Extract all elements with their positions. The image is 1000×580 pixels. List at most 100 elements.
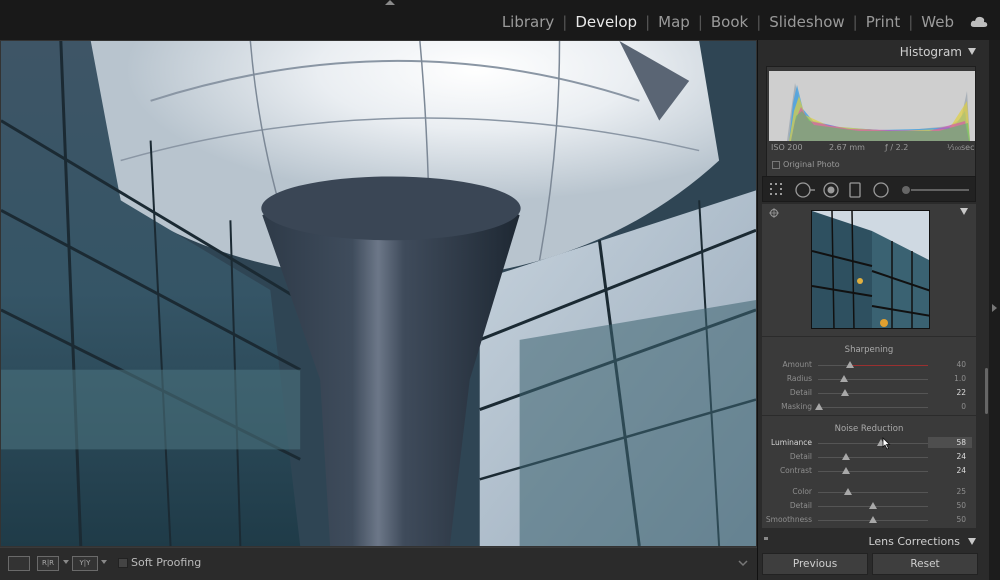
lens-corrections-header[interactable]: Lens Corrections	[758, 532, 990, 550]
spot-removal-icon[interactable]	[795, 182, 817, 198]
before-after-dropdown-icon[interactable]	[63, 560, 69, 564]
slider-label: Amount	[782, 360, 812, 369]
slider-thumb[interactable]	[846, 361, 854, 368]
module-print[interactable]: Print	[858, 13, 909, 31]
slider-noise-luminance[interactable]: Luminance 58	[762, 437, 976, 449]
module-book[interactable]: Book	[703, 13, 756, 31]
module-web[interactable]: Web	[913, 13, 962, 31]
split-dropdown-icon[interactable]	[101, 560, 107, 564]
panel-toggle-icon[interactable]	[764, 537, 768, 540]
slider-thumb[interactable]	[869, 516, 877, 523]
histogram-graph	[769, 71, 975, 141]
slider-sharpening-radius[interactable]: Radius 1.0	[762, 373, 976, 385]
panel-buttons: Previous Reset	[758, 550, 990, 580]
slider-thumb[interactable]	[815, 403, 823, 410]
slider-thumb[interactable]	[844, 488, 852, 495]
slider-track[interactable]	[818, 471, 928, 472]
slider-thumb[interactable]	[841, 389, 849, 396]
slider-label: Masking	[781, 402, 812, 411]
slider-noise-smoothness[interactable]: Smoothness 50	[762, 514, 976, 526]
soft-proofing-checkbox[interactable]	[118, 558, 128, 568]
slider-track[interactable]	[818, 393, 928, 394]
module-slideshow[interactable]: Slideshow	[761, 13, 852, 31]
slider-thumb[interactable]	[840, 375, 848, 382]
module-list: Library | Develop | Map | Book | Slidesh…	[494, 13, 988, 31]
module-develop[interactable]: Develop	[567, 13, 645, 31]
histogram-header[interactable]: Histogram	[758, 40, 990, 62]
right-panel-edge	[989, 40, 1000, 580]
slider-thumb[interactable]	[842, 453, 850, 460]
detail-preview-graphic	[812, 211, 929, 328]
original-photo-label: Original Photo	[783, 160, 840, 169]
previous-button[interactable]: Previous	[762, 553, 868, 575]
slider-noise-detail[interactable]: Detail 24	[762, 451, 976, 463]
slider-sharpening-detail[interactable]: Detail 22	[762, 387, 976, 399]
slider-value[interactable]: 22	[956, 388, 966, 397]
histogram-box: ISO 200 2.67 mm ƒ / 2.2 ¹⁄₁₀₀ sec Origin…	[766, 66, 976, 194]
before-after-split-icon[interactable]: Y|Y	[72, 556, 98, 571]
panel-scrollbar[interactable]	[985, 368, 988, 414]
slider-track[interactable]	[818, 457, 928, 458]
slider-label: Color	[792, 487, 812, 496]
slider-noise-contrast[interactable]: Contrast 24	[762, 465, 976, 477]
module-picker-bar: Library | Develop | Map | Book | Slidesh…	[0, 0, 1000, 40]
right-panel: Histogram ISO 200 2.67 mm ƒ / 2.2 ¹⁄₁₀₀ …	[757, 40, 989, 580]
slider-thumb[interactable]	[842, 467, 850, 474]
soft-proofing-label: Soft Proofing	[131, 556, 202, 569]
slider-track[interactable]	[818, 492, 928, 493]
slider-track[interactable]	[818, 407, 928, 408]
photo-canvas[interactable]	[0, 40, 757, 547]
slider-track[interactable]	[818, 443, 928, 444]
before-after-icon[interactable]: R|R	[37, 556, 59, 571]
slider-value[interactable]: 50	[956, 515, 966, 524]
histogram-collapse-icon[interactable]	[968, 48, 976, 55]
focal-length-value: 2.67 mm	[829, 143, 865, 152]
aperture-value: ƒ / 2.2	[885, 143, 909, 152]
slider-value[interactable]: 25	[956, 487, 966, 496]
graduated-filter-icon[interactable]	[849, 182, 861, 198]
slider-value[interactable]: 40	[956, 360, 966, 369]
detail-preview-image[interactable]	[811, 210, 930, 329]
shutter-unit: sec	[961, 143, 975, 152]
target-adjust-icon[interactable]	[769, 208, 779, 218]
slider-noise-color[interactable]: Color 25	[762, 486, 976, 498]
slider-sharpening-amount[interactable]: Amount 40	[762, 359, 976, 371]
module-library[interactable]: Library	[494, 13, 562, 31]
radial-filter-icon[interactable]	[873, 182, 889, 198]
loupe-view-icon[interactable]	[8, 556, 30, 571]
module-map[interactable]: Map	[650, 13, 698, 31]
slider-thumb[interactable]	[869, 502, 877, 509]
slider-label: Detail	[789, 501, 812, 510]
slider-value[interactable]: 1.0	[954, 374, 966, 383]
collapse-right-panel-icon[interactable]	[992, 304, 997, 312]
slider-value[interactable]: 58	[956, 438, 966, 447]
noise-reduction-section: Noise Reduction Luminance 58 Detail 24 C…	[762, 416, 976, 528]
crop-overlay-icon[interactable]	[769, 182, 787, 198]
red-eye-icon[interactable]	[823, 182, 839, 198]
slider-track[interactable]	[818, 379, 928, 380]
slider-label: Detail	[789, 452, 812, 461]
toolbar-options-chevron-icon[interactable]	[737, 556, 749, 570]
noise-reduction-title: Noise Reduction	[834, 424, 904, 434]
histogram-title: Histogram	[899, 45, 962, 59]
reset-button[interactable]: Reset	[872, 553, 978, 575]
slider-label: Radius	[786, 374, 812, 383]
slider-value[interactable]: 24	[956, 452, 966, 461]
slider-noise-color-detail[interactable]: Detail 50	[762, 500, 976, 512]
mouse-pointer-icon	[882, 437, 891, 450]
sharpening-section: Sharpening Amount 40 Radius 1.0 Detail 2…	[762, 337, 976, 415]
slider-sharpening-masking[interactable]: Masking 0	[762, 401, 976, 413]
sharpening-title: Sharpening	[844, 345, 894, 355]
slider-value[interactable]: 0	[961, 402, 966, 411]
detail-collapse-icon[interactable]	[960, 208, 968, 215]
lens-corrections-expand-icon[interactable]	[968, 538, 976, 545]
cloud-sync-icon[interactable]	[970, 15, 988, 29]
slider-value[interactable]: 24	[956, 466, 966, 475]
adjustment-brush-icon[interactable]	[901, 185, 971, 195]
collapse-top-panel-icon[interactable]	[385, 0, 395, 5]
slider-label: Smoothness	[765, 515, 812, 524]
tool-strip	[762, 176, 976, 202]
original-photo-checkbox[interactable]	[772, 161, 780, 169]
shutter-fraction-value: ¹⁄₁₀₀	[947, 143, 962, 152]
slider-value[interactable]: 50	[956, 501, 966, 510]
